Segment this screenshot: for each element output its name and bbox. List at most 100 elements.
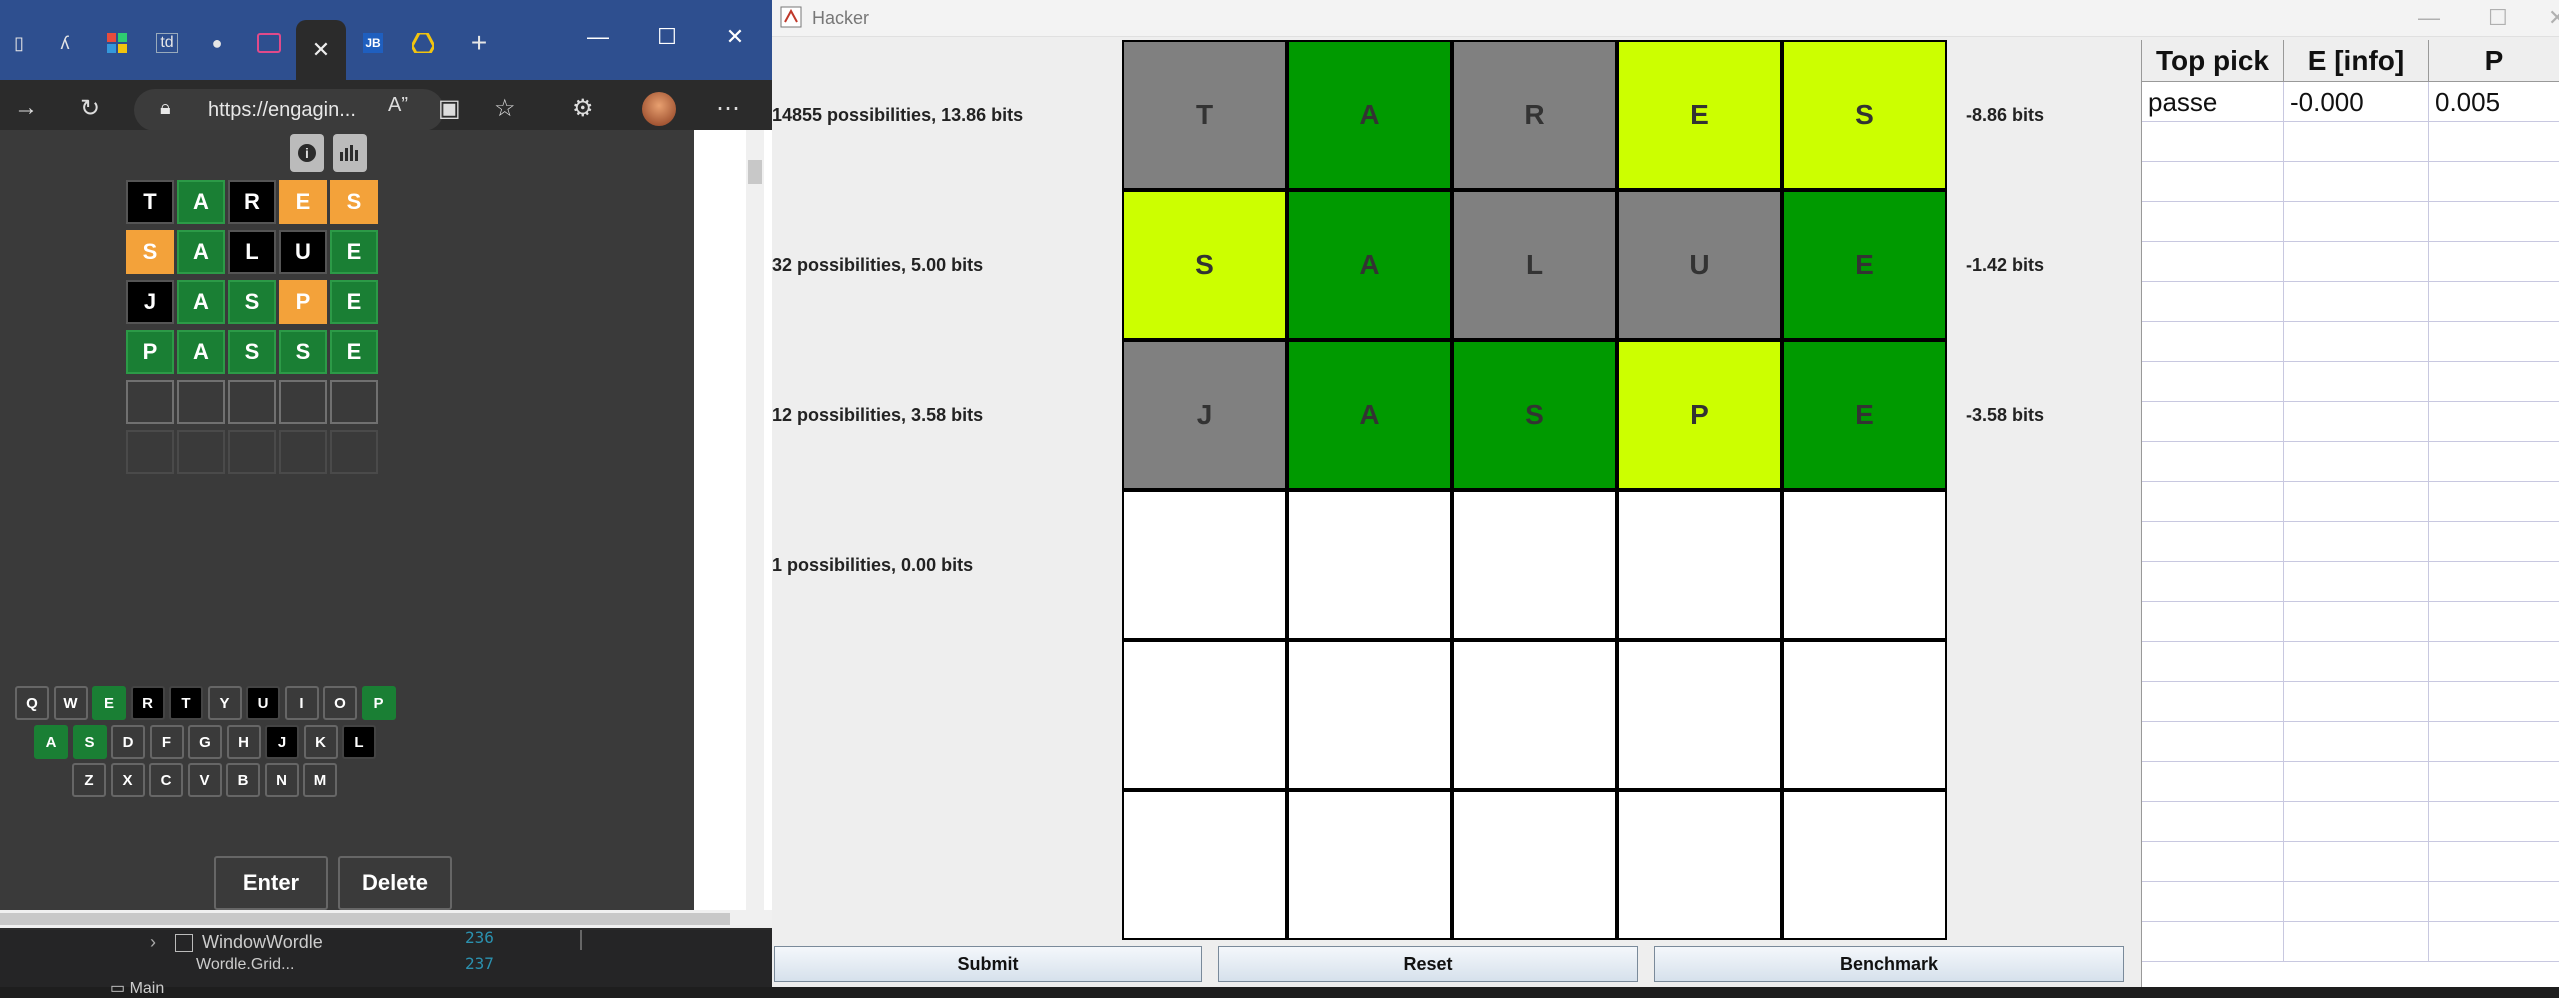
minimize-icon[interactable]: — — [583, 24, 613, 50]
table-cell[interactable] — [2429, 442, 2559, 482]
table-cell[interactable] — [2142, 642, 2284, 682]
table-cell[interactable] — [2142, 362, 2284, 402]
delete-key[interactable]: Delete — [338, 856, 452, 910]
key-d[interactable]: D — [111, 725, 145, 759]
drive-icon[interactable] — [406, 26, 440, 60]
table-cell[interactable] — [2142, 562, 2284, 602]
table-cell[interactable]: 0.005 — [2429, 82, 2559, 122]
info-icon[interactable]: i — [290, 134, 324, 172]
grid-cell[interactable] — [1122, 640, 1287, 790]
table-cell[interactable] — [2142, 442, 2284, 482]
table-cell[interactable] — [2429, 362, 2559, 402]
table-cell[interactable] — [2142, 322, 2284, 362]
table-cell[interactable] — [2142, 602, 2284, 642]
grid-cell[interactable]: E — [1782, 190, 1947, 340]
grid-cell[interactable] — [1287, 790, 1452, 940]
jb-icon[interactable]: JB — [356, 26, 390, 60]
table-cell[interactable] — [2429, 162, 2559, 202]
key-m[interactable]: M — [303, 763, 337, 797]
table-cell[interactable] — [2142, 122, 2284, 162]
table-cell[interactable] — [2284, 722, 2429, 762]
app-icon[interactable]: ▣ — [438, 94, 461, 123]
enter-key[interactable]: Enter — [214, 856, 328, 910]
grid-cell[interactable]: S — [1782, 40, 1947, 190]
vertical-scroll-thumb[interactable] — [748, 160, 762, 184]
grid-cell[interactable]: R — [1452, 40, 1617, 190]
grid-cell[interactable] — [1122, 790, 1287, 940]
table-cell[interactable] — [2429, 642, 2559, 682]
key-v[interactable]: V — [187, 763, 222, 797]
key-p[interactable]: P — [361, 686, 396, 720]
table-cell[interactable] — [2429, 762, 2559, 802]
table-cell[interactable] — [2429, 242, 2559, 282]
grid-cell[interactable] — [1782, 790, 1947, 940]
grid-cell[interactable] — [1617, 790, 1782, 940]
grid-cell[interactable]: A — [1287, 340, 1452, 490]
github-icon[interactable]: ● — [200, 26, 234, 60]
tree-item-cut[interactable]: Wordle.Grid... — [196, 956, 294, 974]
table-cell[interactable] — [2429, 682, 2559, 722]
key-i[interactable]: I — [284, 686, 319, 720]
page-icon[interactable]: ▯ — [2, 26, 36, 60]
table-cell[interactable] — [2284, 482, 2429, 522]
grid-cell[interactable]: A — [1287, 40, 1452, 190]
table-cell[interactable] — [2142, 882, 2284, 922]
maximize-icon[interactable]: ☐ — [2488, 5, 2508, 31]
grid-cell[interactable]: P — [1617, 340, 1782, 490]
table-cell[interactable] — [2142, 762, 2284, 802]
table-cell[interactable] — [2142, 242, 2284, 282]
key-k[interactable]: K — [303, 725, 338, 759]
grid-cell[interactable] — [1617, 640, 1782, 790]
stats-icon[interactable] — [333, 134, 367, 172]
grid-cell[interactable] — [1122, 490, 1287, 640]
table-cell[interactable] — [2284, 122, 2429, 162]
table-cell[interactable] — [2142, 162, 2284, 202]
table-cell[interactable] — [2142, 682, 2284, 722]
table-cell[interactable] — [2284, 202, 2429, 242]
table-cell[interactable] — [2284, 842, 2429, 882]
key-u[interactable]: U — [246, 686, 280, 720]
table-cell[interactable] — [2284, 682, 2429, 722]
tree-item-windowwordle[interactable]: › WindowWordle — [150, 928, 323, 956]
key-w[interactable]: W — [53, 686, 88, 720]
column-header[interactable]: E [info] — [2284, 40, 2429, 82]
table-cell[interactable] — [2429, 522, 2559, 562]
refresh-icon[interactable]: ↻ — [80, 94, 100, 123]
key-a[interactable]: A — [34, 725, 68, 759]
table-cell[interactable] — [2142, 202, 2284, 242]
key-z[interactable]: Z — [72, 763, 106, 797]
table-cell[interactable] — [2284, 442, 2429, 482]
read-aloud-icon[interactable]: A” — [388, 94, 408, 117]
key-t[interactable]: T — [169, 686, 203, 720]
grid-cell[interactable]: U — [1617, 190, 1782, 340]
table-cell[interactable] — [2429, 882, 2559, 922]
table-cell[interactable] — [2429, 922, 2559, 962]
column-header[interactable]: P — [2429, 40, 2559, 82]
grid-cell[interactable] — [1782, 490, 1947, 640]
lock-icon[interactable]: 🔒︎ — [160, 97, 171, 120]
benchmark-button[interactable]: Benchmark — [1654, 946, 2124, 982]
new-tab-icon[interactable]: + — [462, 26, 496, 60]
submit-button[interactable]: Submit — [774, 946, 1202, 982]
table-cell[interactable] — [2429, 482, 2559, 522]
key-r[interactable]: R — [130, 686, 165, 720]
grid-cell[interactable]: T — [1122, 40, 1287, 190]
table-cell[interactable] — [2284, 802, 2429, 842]
grid-cell[interactable]: S — [1122, 190, 1287, 340]
td-icon[interactable]: td — [150, 26, 184, 60]
table-cell[interactable] — [2429, 722, 2559, 762]
grid-cell[interactable] — [1287, 490, 1452, 640]
extensions-icon[interactable]: ⚙ — [572, 94, 594, 123]
table-cell[interactable] — [2142, 842, 2284, 882]
grid-cell[interactable] — [1452, 640, 1617, 790]
table-cell[interactable] — [2429, 602, 2559, 642]
reset-button[interactable]: Reset — [1218, 946, 1638, 982]
table-cell[interactable] — [2429, 842, 2559, 882]
table-cell[interactable] — [2142, 722, 2284, 762]
key-n[interactable]: N — [264, 763, 299, 797]
table-cell[interactable]: -0.000 — [2284, 82, 2429, 122]
key-s[interactable]: S — [72, 725, 107, 759]
table-cell[interactable] — [2284, 602, 2429, 642]
key-j[interactable]: J — [265, 725, 299, 759]
chevron-right-icon[interactable]: › — [150, 928, 166, 956]
